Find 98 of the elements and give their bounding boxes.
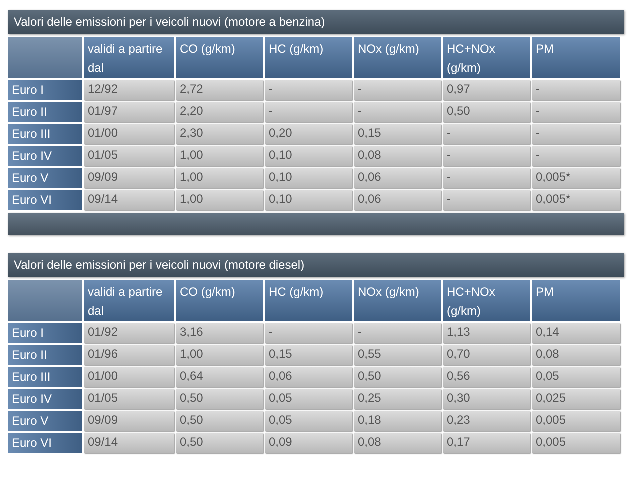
- column-header: PM: [532, 280, 620, 321]
- table-cell: 0,20: [265, 124, 352, 144]
- table-cell: -: [443, 124, 530, 144]
- table-cell: 0,23: [443, 411, 530, 431]
- row-header: Euro I: [8, 80, 82, 100]
- column-header: NOx (g/km): [354, 37, 441, 78]
- column-header: HC+NOx (g/km): [443, 280, 530, 321]
- table-cell: 09/14: [84, 190, 174, 210]
- table-cell: 0,25: [354, 389, 441, 409]
- table-cell: -: [532, 80, 620, 100]
- table-cell: 0,08: [354, 146, 441, 166]
- table-cell: 0,10: [265, 146, 352, 166]
- table-cell: 1,00: [176, 168, 263, 188]
- column-header: CO (g/km): [176, 37, 263, 78]
- table-cell: 2,20: [176, 102, 263, 122]
- table-cell: 0,50: [354, 367, 441, 387]
- table-cell: 0,005: [532, 433, 620, 453]
- table-cell: 0,50: [176, 389, 263, 409]
- row-header: Euro II: [8, 345, 82, 365]
- table-cell: 09/09: [84, 168, 174, 188]
- table-cell: 0,10: [265, 168, 352, 188]
- row-header: Euro I: [8, 323, 82, 343]
- table-cell: 0,14: [532, 323, 620, 343]
- table-cell: 1,00: [176, 146, 263, 166]
- column-header: PM: [532, 37, 620, 78]
- table-cell: -: [443, 146, 530, 166]
- table-cell: 1,00: [176, 190, 263, 210]
- table-cell: 09/14: [84, 433, 174, 453]
- row-header: Euro II: [8, 102, 82, 122]
- table-cell: 12/92: [84, 80, 174, 100]
- table-title: Valori delle emissioni per i veicoli nuovi (motore a benzina): [8, 10, 624, 34]
- row-header: Euro IV: [8, 146, 82, 166]
- row-header: Euro VI: [8, 190, 82, 210]
- table-cell: 3,16: [176, 323, 263, 343]
- table-cell: 01/96: [84, 345, 174, 365]
- table-cell: 0,05: [265, 411, 352, 431]
- table-cell: 01/00: [84, 367, 174, 387]
- table-cell: 0,05: [532, 367, 620, 387]
- column-header: HC (g/km): [265, 280, 352, 321]
- table-cell: 0,50: [176, 411, 263, 431]
- table-cell: 01/97: [84, 102, 174, 122]
- table-cell: 0,50: [176, 433, 263, 453]
- table-cell: -: [532, 146, 620, 166]
- row-header: Euro V: [8, 168, 82, 188]
- column-header: validi a partire dal: [84, 37, 174, 78]
- table-cell: 0,18: [354, 411, 441, 431]
- column-header: validi a partire dal: [84, 280, 174, 321]
- table-cell: 1,00: [176, 345, 263, 365]
- table-cell: -: [265, 102, 352, 122]
- table-cell: 09/09: [84, 411, 174, 431]
- table-cell: -: [265, 323, 352, 343]
- table-cell: 0,55: [354, 345, 441, 365]
- table-cell: 0,08: [354, 433, 441, 453]
- table-cell: 0,025: [532, 389, 620, 409]
- table-cell: 0,06: [265, 367, 352, 387]
- table-cell: 0,56: [443, 367, 530, 387]
- table-cell: 0,15: [265, 345, 352, 365]
- table-cell: 0,17: [443, 433, 530, 453]
- table-cell: -: [354, 323, 441, 343]
- table-title: Valori delle emissioni per i veicoli nuovi (motore diesel): [8, 253, 624, 277]
- column-header: HC (g/km): [265, 37, 352, 78]
- table-cell: 0,06: [354, 190, 441, 210]
- table-cell: -: [265, 80, 352, 100]
- table-cell: 0,10: [265, 190, 352, 210]
- table-cell: 01/00: [84, 124, 174, 144]
- row-header: Euro III: [8, 124, 82, 144]
- table-cell: 0,97: [443, 80, 530, 100]
- table-cell: 0,64: [176, 367, 263, 387]
- table-cell: 2,72: [176, 80, 263, 100]
- table-cell: 0,09: [265, 433, 352, 453]
- table-cell: -: [532, 124, 620, 144]
- table-cell: 01/92: [84, 323, 174, 343]
- table-cell: -: [532, 102, 620, 122]
- column-header: CO (g/km): [176, 280, 263, 321]
- table-cell: 0,50: [443, 102, 530, 122]
- table-cell: -: [354, 102, 441, 122]
- table-cell: 0,005*: [532, 190, 620, 210]
- table-cell: 0,005*: [532, 168, 620, 188]
- table-cell: -: [443, 190, 530, 210]
- table-cell: 0,30: [443, 389, 530, 409]
- row-header: Euro V: [8, 411, 82, 431]
- column-header: HC+NOx (g/km): [443, 37, 530, 78]
- row-header: Euro VI: [8, 433, 82, 453]
- table-cell: -: [354, 80, 441, 100]
- table-cell: 0,06: [354, 168, 441, 188]
- row-header: Euro IV: [8, 389, 82, 409]
- table-cell: 1,13: [443, 323, 530, 343]
- table-cell: -: [443, 168, 530, 188]
- table-cell: 0,70: [443, 345, 530, 365]
- table-cell: 2,30: [176, 124, 263, 144]
- table-cell: 0,15: [354, 124, 441, 144]
- table-cell: 01/05: [84, 146, 174, 166]
- table-cell: 01/05: [84, 389, 174, 409]
- table-cell: 0,05: [265, 389, 352, 409]
- table-cell: 0,005: [532, 411, 620, 431]
- table-cell: 0,08: [532, 345, 620, 365]
- column-header: NOx (g/km): [354, 280, 441, 321]
- row-header: Euro III: [8, 367, 82, 387]
